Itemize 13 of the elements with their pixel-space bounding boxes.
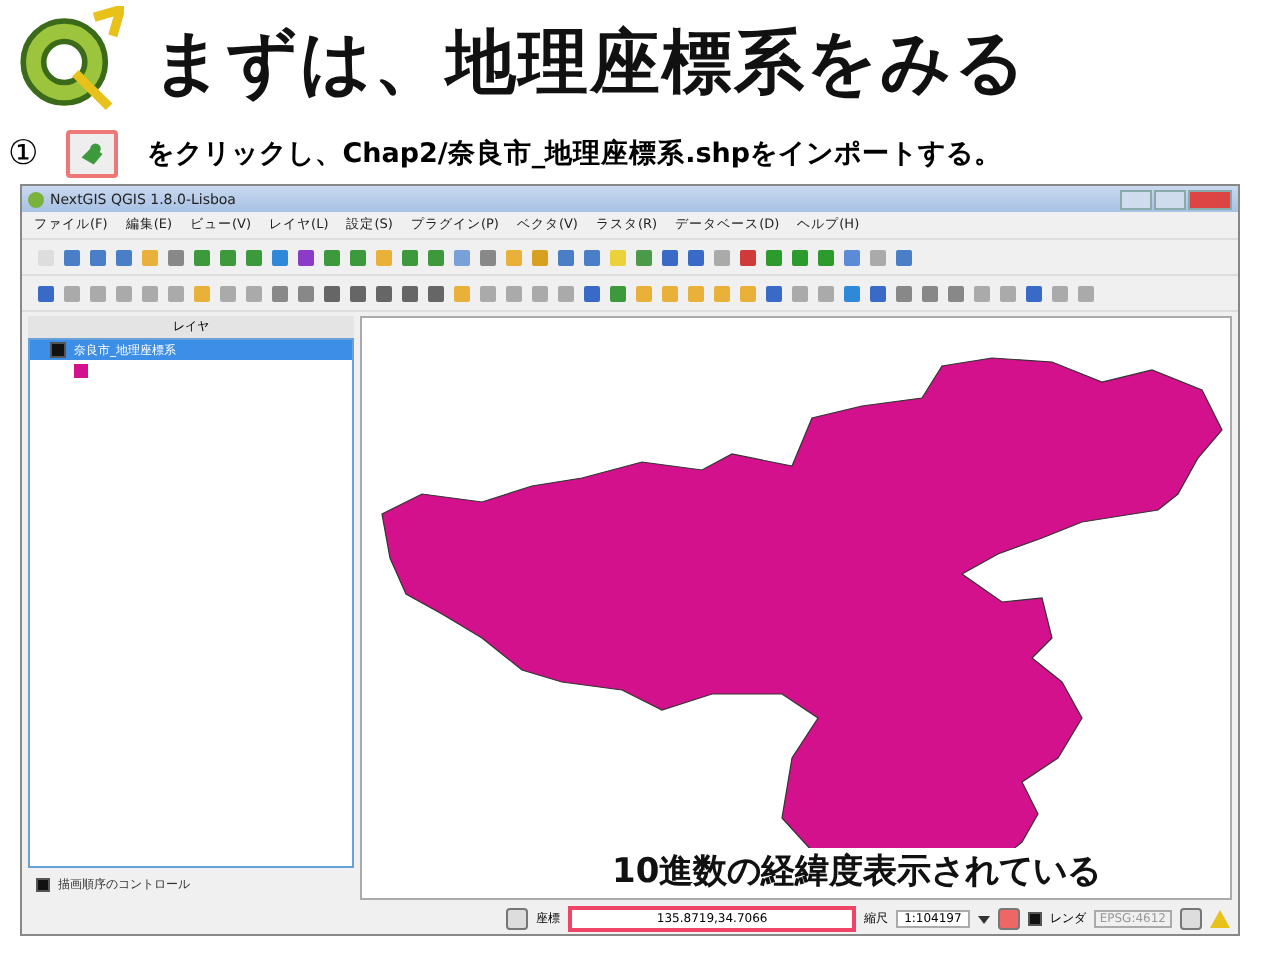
maximize-button[interactable]	[1154, 189, 1186, 209]
minimize-button[interactable]	[1120, 189, 1152, 209]
render-checkbox[interactable]	[1027, 912, 1042, 926]
caret-icon[interactable]	[977, 915, 990, 923]
render-order-checkbox[interactable]	[36, 877, 50, 891]
step-number: ①	[8, 134, 39, 174]
add-layer-icon	[66, 130, 119, 178]
layer-checkbox[interactable]	[50, 342, 66, 358]
close-button[interactable]	[1188, 189, 1232, 209]
caption-text: 10進数の経緯度表示されている	[612, 848, 1102, 894]
slide-title: まずは、地理座標系をみる	[152, 21, 1028, 107]
instruction-text: をクリックし、Chap2/奈良市_地理座標系.shpをインポートする。	[146, 136, 1003, 172]
app-icon	[28, 191, 44, 207]
